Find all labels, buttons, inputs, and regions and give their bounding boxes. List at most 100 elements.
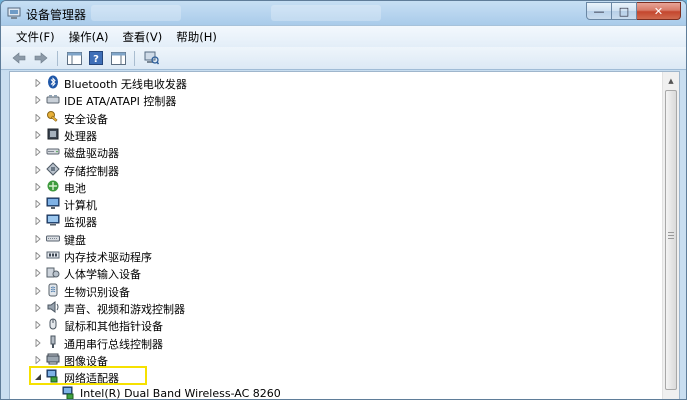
toolbar-separator — [134, 50, 135, 66]
ide-controller-icon — [46, 92, 60, 106]
expand-arrow-icon[interactable] — [34, 200, 42, 208]
tree-item-label: 通用串行总线控制器 — [64, 338, 163, 351]
tree-category-item[interactable]: 存储控制器 — [10, 161, 610, 178]
tree-category-item[interactable]: 处理器 — [10, 126, 610, 143]
memory-driver-icon — [46, 248, 60, 262]
expand-arrow-icon[interactable] — [34, 235, 42, 243]
forward-arrow-icon — [34, 52, 48, 64]
tree-item-label: 人体学输入设备 — [64, 268, 141, 281]
collapse-arrow-icon[interactable] — [34, 373, 42, 381]
thumb-grip — [668, 235, 674, 236]
expand-arrow-icon[interactable] — [34, 321, 42, 329]
expand-arrow-icon[interactable] — [34, 304, 42, 312]
biometric-icon — [46, 283, 60, 297]
tree-item-label: IDE ATA/ATAPI 控制器 — [64, 95, 177, 108]
toolbar-separator — [57, 50, 58, 66]
device-manager-icon — [7, 7, 21, 19]
menu-help[interactable]: 帮助(H) — [169, 26, 224, 48]
tree-category-item[interactable]: 内存技术驱动程序 — [10, 247, 610, 264]
usb-icon — [46, 335, 60, 349]
help-icon: ? — [89, 51, 103, 65]
expand-arrow-icon[interactable] — [34, 356, 42, 364]
tree-item-label: 处理器 — [64, 130, 97, 143]
tree-item-label: 图像设备 — [64, 355, 108, 368]
tree-category-item[interactable]: 网络适配器 — [10, 368, 610, 385]
expand-arrow-icon[interactable] — [34, 131, 42, 139]
expand-arrow-icon[interactable] — [34, 166, 42, 174]
console-tree-button[interactable] — [64, 49, 84, 67]
expand-arrow-icon[interactable] — [34, 148, 42, 156]
tree-item-label: 鼠标和其他指针设备 — [64, 320, 163, 333]
expand-arrow-icon[interactable] — [34, 269, 42, 277]
tree-category-item[interactable]: 声音、视频和游戏控制器 — [10, 299, 610, 316]
hid-icon — [46, 265, 60, 279]
mouse-icon — [46, 317, 60, 331]
expand-arrow-icon[interactable] — [34, 183, 42, 191]
tree-item-label: 内存技术驱动程序 — [64, 251, 152, 264]
tree-child-item[interactable]: Intel(R) Dual Band Wireless-AC 8260 — [10, 385, 610, 399]
network-adapter-icon — [46, 369, 60, 383]
tree-item-label: 生物识别设备 — [64, 286, 130, 299]
expand-arrow-icon[interactable] — [34, 217, 42, 225]
tree-category-item[interactable]: 人体学输入设备 — [10, 264, 610, 281]
tree-category-item[interactable]: Bluetooth 无线电收发器 — [10, 74, 610, 91]
tree-category-item[interactable]: IDE ATA/ATAPI 控制器 — [10, 91, 610, 108]
tree-item-label: 网络适配器 — [64, 372, 119, 385]
expand-arrow-icon[interactable] — [34, 339, 42, 347]
bluetooth-icon — [46, 75, 60, 89]
battery-icon — [46, 179, 60, 193]
scrollbar-thumb[interactable] — [665, 90, 677, 390]
vertical-scrollbar[interactable]: ▲ — [662, 72, 679, 399]
tree-item-label: 键盘 — [64, 234, 86, 247]
menu-bar: 文件(F) 操作(A) 查看(V) 帮助(H) — [1, 25, 686, 47]
help-button[interactable]: ? — [86, 49, 106, 67]
title-bar[interactable]: 设备管理器 — □ ✕ — [1, 1, 686, 25]
disk-drive-icon — [46, 144, 60, 158]
title-bar-glass — [91, 5, 181, 21]
processor-icon — [46, 127, 60, 141]
monitor-icon — [46, 213, 60, 227]
expand-arrow-icon[interactable] — [34, 79, 42, 87]
scroll-up-button[interactable]: ▲ — [663, 72, 679, 89]
expand-arrow-icon[interactable] — [34, 114, 42, 122]
tree-item-label: 存储控制器 — [64, 165, 119, 178]
tree-category-item[interactable]: 图像设备 — [10, 351, 610, 368]
tree-category-item[interactable]: 键盘 — [10, 230, 610, 247]
tree-category-item[interactable]: 磁盘驱动器 — [10, 143, 610, 160]
tree-category-item[interactable]: 电池 — [10, 178, 610, 195]
tree-item-label: Bluetooth 无线电收发器 — [64, 78, 187, 91]
back-button[interactable] — [9, 49, 29, 67]
properties-button[interactable] — [108, 49, 128, 67]
minimize-button[interactable]: — — [586, 2, 612, 20]
expand-arrow-icon[interactable] — [34, 252, 42, 260]
maximize-button[interactable]: □ — [612, 2, 637, 20]
tree-category-item[interactable]: 鼠标和其他指针设备 — [10, 316, 610, 333]
close-button[interactable]: ✕ — [637, 2, 681, 20]
thumb-grip — [668, 238, 674, 239]
tree-item-label: 计算机 — [64, 199, 97, 212]
expand-arrow-icon[interactable] — [34, 287, 42, 295]
title-bar-glass — [271, 5, 381, 21]
keyboard-icon — [46, 231, 60, 245]
tree-category-item[interactable]: 监视器 — [10, 212, 610, 229]
device-tree-pane: Bluetooth 无线电收发器 IDE ATA/ATAPI 控制器 安全设备处理器… — [9, 71, 680, 399]
forward-button[interactable] — [31, 49, 51, 67]
tree-category-item[interactable]: 计算机 — [10, 195, 610, 212]
menu-file[interactable]: 文件(F) — [9, 26, 62, 48]
tree-category-item[interactable]: 生物识别设备 — [10, 282, 610, 299]
device-tree: Bluetooth 无线电收发器 IDE ATA/ATAPI 控制器 安全设备处理器… — [10, 72, 662, 399]
security-key-icon — [46, 110, 60, 124]
back-arrow-icon — [12, 52, 26, 64]
menu-action[interactable]: 操作(A) — [62, 26, 116, 48]
minimize-icon: — — [593, 4, 605, 18]
window-title: 设备管理器 — [26, 8, 87, 22]
imaging-device-icon — [46, 352, 60, 366]
scan-hardware-button[interactable] — [141, 49, 161, 67]
tree-category-item[interactable]: 安全设备 — [10, 109, 610, 126]
tree-category-item[interactable]: 通用串行总线控制器 — [10, 334, 610, 351]
toolbar: ? — [1, 47, 686, 70]
expand-arrow-icon[interactable] — [34, 96, 42, 104]
tree-item-label: 磁盘驱动器 — [64, 147, 119, 160]
tree-item-label: 安全设备 — [64, 113, 108, 126]
menu-view[interactable]: 查看(V) — [115, 26, 169, 48]
